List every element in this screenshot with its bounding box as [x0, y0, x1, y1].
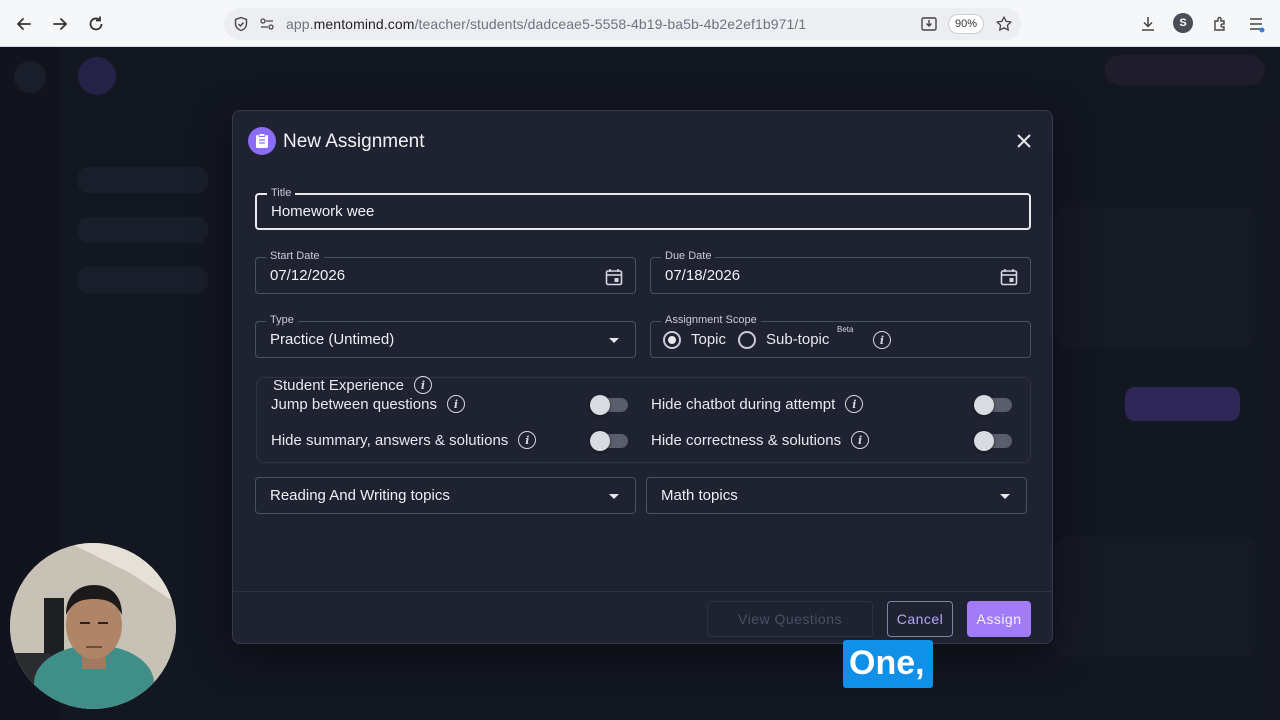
assignment-scope-group: Assignment Scope Topic Sub-topic Beta i	[650, 314, 1031, 358]
jump-between-questions-toggle[interactable]	[590, 395, 628, 415]
zoom-indicator[interactable]: 90%	[948, 14, 984, 34]
type-label: Type	[266, 314, 298, 326]
site-settings-icon[interactable]	[256, 13, 278, 35]
calendar-icon[interactable]	[1000, 268, 1018, 286]
math-topics-select[interactable]: Math topics	[646, 477, 1027, 514]
assignment-scope-label: Assignment Scope	[661, 314, 761, 326]
reload-icon	[89, 16, 103, 31]
arrow-left-icon	[16, 18, 31, 30]
info-icon[interactable]: i	[446, 395, 465, 413]
due-date-field[interactable]: Due Date 07/18/2026	[650, 250, 1031, 294]
dialog-footer-divider	[233, 591, 1052, 592]
start-date-field[interactable]: Start Date 07/12/2026	[255, 250, 636, 294]
chevron-down-icon	[609, 494, 619, 499]
option-hide-summary: Hide summary, answers & solutions i	[271, 431, 537, 449]
url-text[interactable]: app.mentomind.com/teacher/students/dadce…	[286, 16, 806, 32]
chevron-down-icon	[609, 338, 619, 343]
close-icon	[1017, 134, 1031, 148]
reading-writing-topics-label: Reading And Writing topics	[270, 487, 450, 504]
info-icon[interactable]: i	[851, 431, 870, 449]
start-date-value[interactable]: 07/12/2026	[270, 267, 345, 284]
webcam-overlay	[10, 543, 176, 709]
browser-toolbar: app.mentomind.com/teacher/students/dadce…	[0, 0, 1280, 47]
sub-topic-radio-label[interactable]: Sub-topic	[766, 331, 829, 348]
due-date-value[interactable]: 07/18/2026	[665, 267, 740, 284]
info-icon[interactable]: i	[873, 331, 891, 349]
chevron-down-icon	[1000, 494, 1010, 499]
address-bar[interactable]: app.mentomind.com/teacher/students/dadce…	[224, 8, 1021, 40]
type-select[interactable]: Type Practice (Untimed)	[255, 314, 636, 358]
calendar-icon[interactable]	[605, 268, 623, 286]
info-icon[interactable]: i	[518, 431, 537, 449]
menu-icon[interactable]	[1245, 13, 1267, 35]
topic-radio-label[interactable]: Topic	[691, 331, 726, 348]
option-jump-between-questions: Jump between questions i	[271, 395, 465, 413]
back-button[interactable]	[10, 10, 38, 38]
extensions-icon[interactable]	[1209, 13, 1231, 35]
start-date-label: Start Date	[266, 250, 324, 262]
shield-icon[interactable]	[230, 13, 252, 35]
student-experience-title: Student Experience i	[273, 376, 432, 394]
math-topics-label: Math topics	[661, 487, 738, 504]
video-caption: One,	[843, 640, 933, 688]
type-value: Practice (Untimed)	[270, 331, 395, 348]
close-button[interactable]	[1012, 129, 1036, 153]
new-assignment-dialog: New Assignment Title Homework wee Start …	[232, 110, 1053, 644]
downloads-icon[interactable]	[1137, 13, 1159, 35]
sub-topic-radio[interactable]	[738, 331, 756, 349]
profile-avatar[interactable]: S	[1173, 13, 1193, 33]
cancel-button[interactable]: Cancel	[887, 601, 953, 637]
reload-button[interactable]	[82, 10, 110, 38]
option-hide-chatbot: Hide chatbot during attempt i	[651, 395, 864, 413]
option-hide-correctness: Hide correctness & solutions i	[651, 431, 870, 449]
hide-chatbot-toggle[interactable]	[974, 395, 1012, 415]
dialog-title: New Assignment	[283, 131, 425, 152]
hide-summary-toggle[interactable]	[590, 431, 628, 451]
title-field-label: Title	[267, 187, 296, 199]
dialog-header: New Assignment	[233, 111, 1052, 171]
title-field-value[interactable]: Homework wee	[271, 203, 374, 220]
reading-writing-topics-select[interactable]: Reading And Writing topics	[255, 477, 636, 514]
hide-correctness-toggle[interactable]	[974, 431, 1012, 451]
install-app-icon[interactable]	[918, 13, 940, 35]
view-questions-button[interactable]: View Questions	[707, 601, 873, 637]
presenter-video	[10, 543, 176, 709]
info-icon[interactable]: i	[845, 395, 864, 413]
assign-button[interactable]: Assign	[967, 601, 1031, 637]
student-experience-section: Student Experience i Jump between questi…	[256, 376, 1031, 463]
due-date-label: Due Date	[661, 250, 716, 262]
title-field[interactable]: Title Homework wee	[255, 187, 1031, 230]
info-icon[interactable]: i	[413, 376, 432, 394]
topic-radio[interactable]	[663, 331, 681, 349]
bookmark-star-icon[interactable]	[993, 13, 1015, 35]
arrow-right-icon	[53, 18, 68, 30]
forward-button[interactable]	[46, 10, 74, 38]
beta-badge: Beta	[837, 325, 854, 334]
clipboard-icon	[248, 127, 276, 155]
